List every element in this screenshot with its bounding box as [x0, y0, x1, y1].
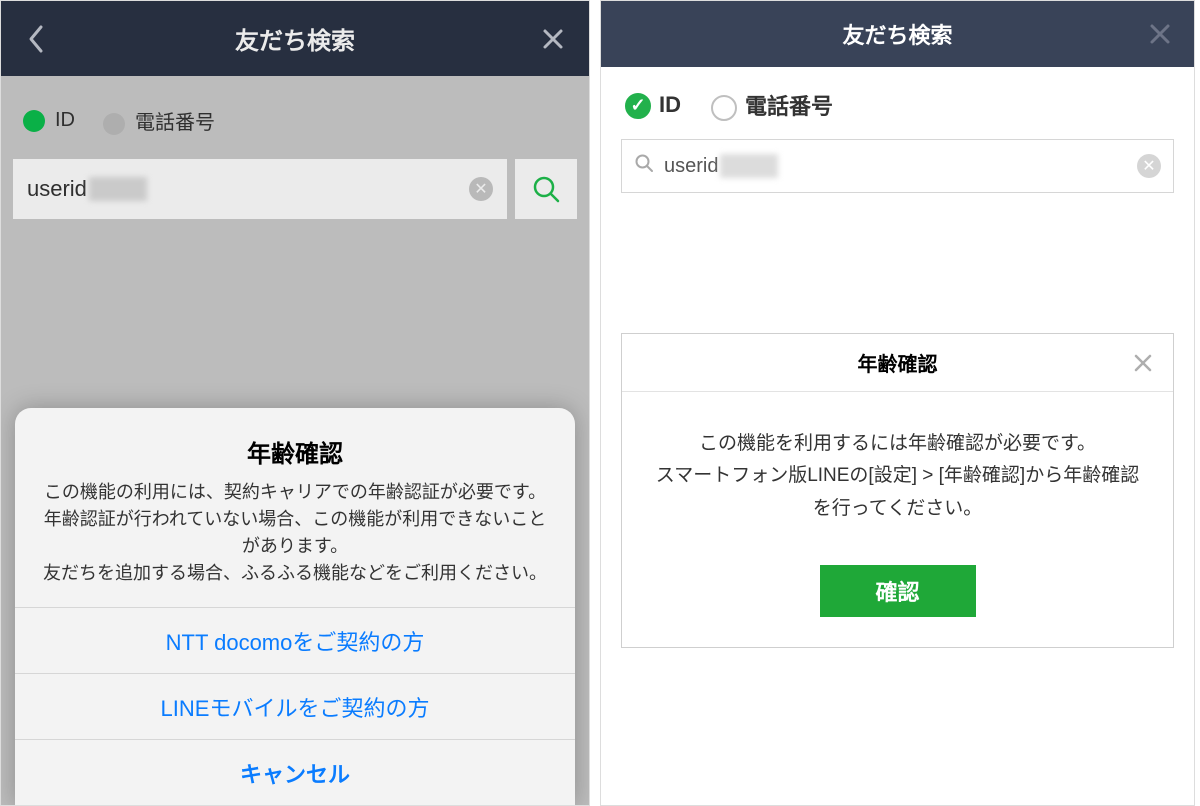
close-button[interactable]: [1136, 1, 1184, 67]
desktop-header: 友だち検索: [601, 1, 1194, 67]
search-input-value: userid: [27, 176, 87, 202]
page-title: 友だち検索: [235, 21, 355, 56]
search-mode-radios: ID 電話番号: [1, 76, 589, 149]
sheet-message: この機能の利用には、契約キャリアでの年齢認証が必要です。 年齢認証が行われていな…: [41, 479, 549, 587]
desktop-screen: 友だち検索 ✓ ID 電話番号 userid ✕ 年齢確認 この機能を利用するには…: [600, 0, 1195, 806]
sheet-title: 年齢確認: [41, 434, 549, 469]
cancel-button[interactable]: キャンセル: [15, 739, 575, 805]
radio-phone-label: 電話番号: [745, 94, 833, 119]
dialog-close-button[interactable]: [1121, 334, 1165, 391]
radio-phone-label: 電話番号: [135, 112, 215, 134]
radio-id[interactable]: ID: [23, 109, 75, 132]
page-title: 友だち検索: [842, 18, 952, 50]
dialog-title: 年齢確認: [858, 348, 938, 377]
radio-id-label: ID: [55, 109, 75, 131]
option-docomo[interactable]: NTT docomoをご契約の方: [15, 607, 575, 673]
back-button[interactable]: [19, 21, 55, 57]
close-button[interactable]: [535, 21, 571, 57]
radio-id[interactable]: ✓ ID: [625, 92, 681, 119]
confirm-button[interactable]: 確認: [820, 565, 976, 617]
dialog-header: 年齢確認: [622, 334, 1173, 392]
search-mode-radios: ✓ ID 電話番号: [601, 67, 1194, 135]
search-button[interactable]: [515, 159, 577, 219]
radio-phone[interactable]: 電話番号: [711, 89, 833, 121]
search-row: userid ✕: [1, 149, 589, 219]
radio-dot-icon: [23, 110, 45, 132]
dialog-message: この機能を利用するには年齢確認が必要です。 スマートフォン版LINEの[設定] …: [622, 392, 1173, 565]
age-verification-sheet: 年齢確認 この機能の利用には、契約キャリアでの年齢認証が必要です。 年齢認証が行…: [15, 408, 575, 805]
search-input[interactable]: userid ✕: [13, 159, 507, 219]
search-input[interactable]: userid ✕: [621, 139, 1174, 193]
radio-checked-icon: ✓: [625, 93, 651, 119]
age-verification-dialog: 年齢確認 この機能を利用するには年齢確認が必要です。 スマートフォン版LINEの…: [621, 333, 1174, 648]
mobile-header: 友だち検索: [1, 1, 589, 76]
redacted-text: [89, 177, 147, 201]
search-icon: [634, 153, 654, 179]
radio-unchecked-icon: [711, 95, 737, 121]
search-input-value: userid: [664, 155, 718, 178]
radio-dot-icon: [103, 113, 125, 135]
clear-icon[interactable]: ✕: [1137, 154, 1161, 178]
clear-icon[interactable]: ✕: [469, 177, 493, 201]
radio-id-label: ID: [659, 92, 681, 117]
option-line-mobile[interactable]: LINEモバイルをご契約の方: [15, 673, 575, 739]
radio-phone[interactable]: 電話番号: [103, 106, 215, 135]
redacted-text: [720, 154, 778, 178]
mobile-screen: 友だち検索 ID 電話番号 userid ✕ 年齢確認 この機能の利用には、契約…: [0, 0, 590, 806]
